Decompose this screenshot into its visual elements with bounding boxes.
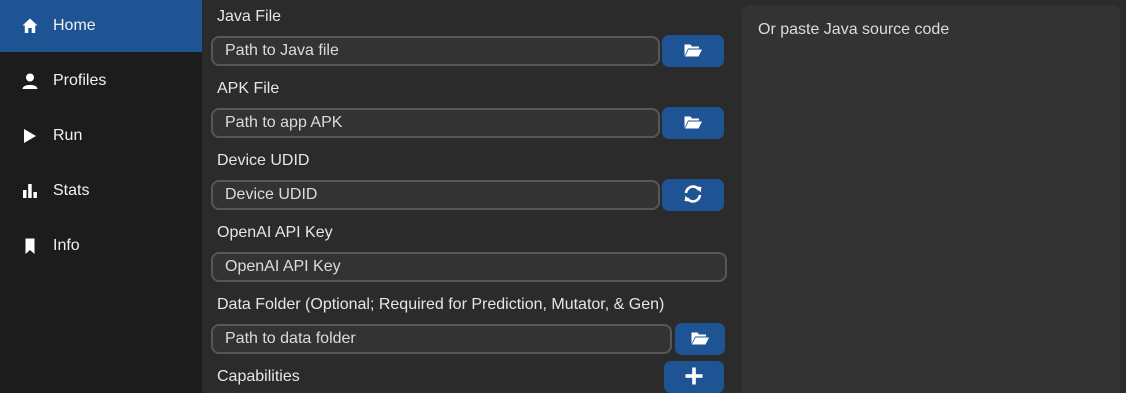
- sidebar-item-label: Run: [53, 127, 83, 144]
- sidebar-item-label: Profiles: [53, 72, 107, 89]
- apk-file-input[interactable]: [211, 108, 660, 138]
- browse-apk-button[interactable]: [662, 107, 724, 139]
- play-icon: [20, 126, 40, 146]
- apk-file-label: APK File: [217, 80, 280, 97]
- sidebar: Home Profiles Run Stats Info: [0, 0, 202, 393]
- folder-open-icon: [683, 114, 703, 133]
- device-udid-input[interactable]: [211, 180, 660, 210]
- folder-open-icon: [690, 330, 710, 349]
- plus-icon: [684, 366, 704, 389]
- settings-form: Java File APK File Device UDID OpenAI AP…: [202, 0, 738, 393]
- sidebar-item-label: Info: [53, 237, 80, 254]
- java-source-textarea[interactable]: [758, 21, 1104, 377]
- openai-key-input[interactable]: [211, 252, 727, 282]
- capabilities-label: Capabilities: [217, 368, 300, 385]
- sidebar-item-stats[interactable]: Stats: [0, 165, 202, 217]
- refresh-devices-button[interactable]: [662, 179, 724, 211]
- sidebar-item-run[interactable]: Run: [0, 110, 202, 162]
- home-icon: [20, 16, 40, 36]
- bar-chart-icon: [20, 181, 40, 201]
- java-file-label: Java File: [217, 8, 282, 25]
- sidebar-item-home[interactable]: Home: [0, 0, 202, 52]
- java-file-input[interactable]: [211, 36, 660, 66]
- sidebar-item-info[interactable]: Info: [0, 220, 202, 272]
- refresh-icon: [682, 183, 704, 208]
- add-capability-button[interactable]: [664, 361, 724, 393]
- data-folder-input[interactable]: [211, 324, 672, 354]
- sidebar-item-profiles[interactable]: Profiles: [0, 55, 202, 107]
- device-udid-label: Device UDID: [217, 152, 310, 169]
- bookmark-icon: [20, 236, 40, 256]
- folder-open-icon: [683, 42, 703, 61]
- person-icon: [20, 71, 40, 91]
- browse-java-button[interactable]: [662, 35, 724, 67]
- java-source-panel: [742, 5, 1120, 393]
- data-folder-label: Data Folder (Optional; Required for Pred…: [217, 296, 665, 313]
- sidebar-item-label: Home: [53, 17, 96, 34]
- openai-key-label: OpenAI API Key: [217, 224, 333, 241]
- browse-data-folder-button[interactable]: [675, 323, 725, 355]
- sidebar-item-label: Stats: [53, 182, 90, 199]
